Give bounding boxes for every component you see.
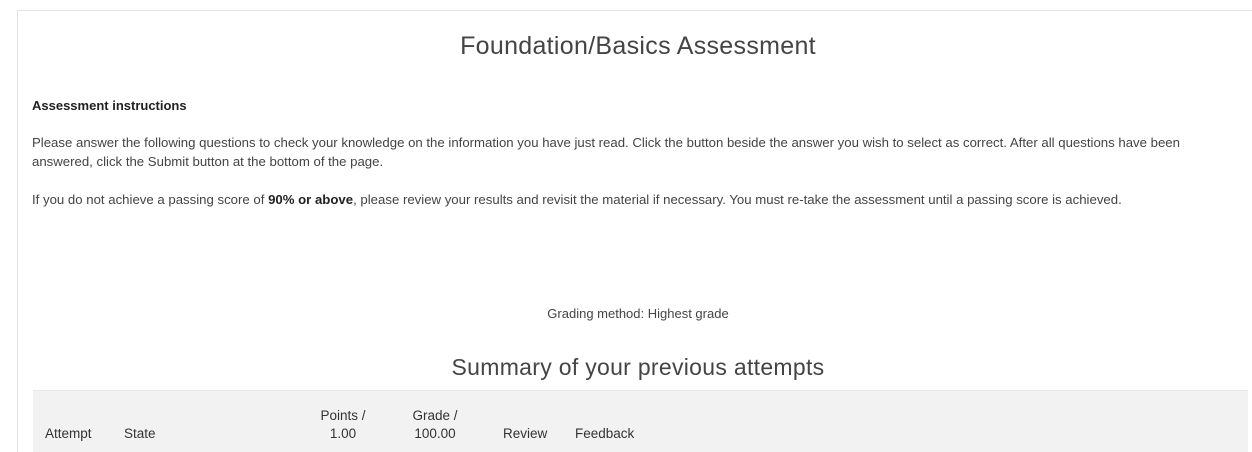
passing-score-text-after: , please review your results and revisit…	[353, 192, 1122, 207]
column-header-grade-max: 100.00	[414, 426, 456, 441]
column-header-attempt: Attempt	[45, 426, 92, 441]
passing-score-text-before: If you do not achieve a passing score of	[32, 192, 269, 207]
column-header-review: Review	[503, 426, 548, 441]
column-header-points: Points / 1.00	[313, 407, 373, 443]
grading-method: Grading method: Highest grade	[547, 306, 729, 321]
column-header-points-max: 1.00	[329, 426, 357, 441]
column-header-grade: Grade / 100.00	[409, 407, 461, 443]
instructions-heading: Assessment instructions	[32, 98, 187, 113]
column-header-state: State	[124, 426, 156, 441]
attempts-summary-title: Summary of your previous attempts	[451, 354, 825, 380]
instructions-paragraph-1: Please answer the following questions to…	[32, 135, 1180, 169]
attempts-table-header: Attempt State Points / 1.00 Grade / 100.…	[33, 390, 1248, 452]
assessment-page: Foundation/Basics Assessment Assessment …	[0, 0, 1252, 452]
page-title: Foundation/Basics Assessment	[460, 32, 816, 60]
content-frame-top-border	[17, 10, 1252, 11]
column-header-grade-label: Grade /	[412, 408, 458, 423]
column-header-feedback: Feedback	[575, 426, 635, 441]
content-frame-left-border	[17, 10, 18, 452]
instructions-paragraph-2: If you do not achieve a passing score of…	[32, 190, 1244, 209]
column-header-points-label: Points /	[320, 408, 366, 423]
passing-score-threshold: 90% or above	[268, 192, 354, 207]
